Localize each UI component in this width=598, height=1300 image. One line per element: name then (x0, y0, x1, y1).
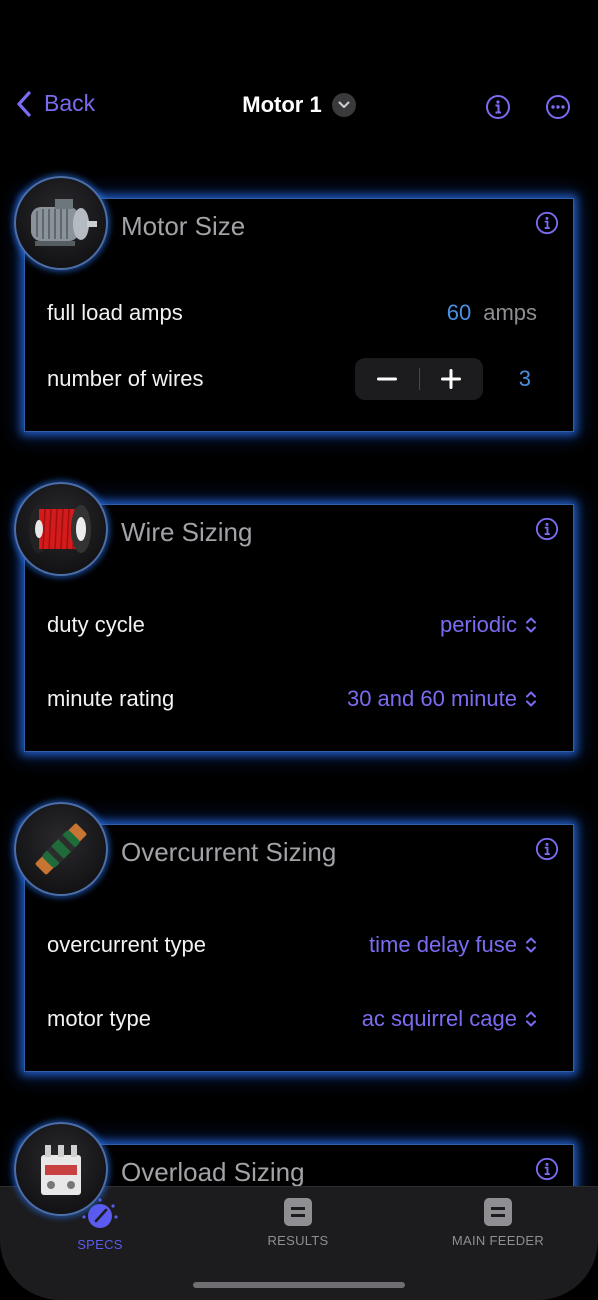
chevron-up-down-icon (526, 617, 536, 633)
duty-cycle-row[interactable]: duty cycle periodic (47, 605, 551, 645)
duty-cycle-picker[interactable]: periodic (440, 612, 537, 638)
navigation-bar: Back Motor 1 (0, 82, 598, 132)
field-label: motor type (47, 1006, 151, 1031)
chevron-up-down-icon (526, 1011, 536, 1027)
chevron-up-down-icon (526, 937, 536, 953)
overload-relay-image (14, 1122, 108, 1216)
tab-label: RESULTS (267, 1233, 329, 1248)
info-icon[interactable] (485, 94, 511, 120)
wire-spool-image (14, 482, 108, 576)
number-of-wires-row: number of wires 3 (47, 358, 551, 400)
minute-rating-row[interactable]: minute rating 30 and 60 minute (47, 679, 551, 719)
info-icon[interactable] (535, 837, 559, 861)
picker-value: ac squirrel cage (361, 1006, 517, 1031)
field-label: full load amps (47, 300, 183, 325)
equals-icon (284, 1198, 312, 1226)
info-icon[interactable] (535, 211, 559, 235)
page-title: Motor 1 (242, 92, 322, 117)
motor-image (14, 176, 108, 270)
card-title: Motor Size (121, 211, 246, 241)
wire-sizing-card: Wire Sizing duty cycle periodic minute r… (24, 504, 574, 752)
app-screen: Back Motor 1 Motor Size full load amps 6… (0, 0, 598, 1300)
unit-label: amps (483, 300, 537, 325)
more-options-icon[interactable] (545, 94, 571, 120)
field-label: number of wires (47, 366, 204, 391)
full-load-amps-row[interactable]: full load amps 60 amps (47, 293, 551, 333)
motor-type-picker[interactable]: ac squirrel cage (362, 1006, 537, 1032)
card-title: Wire Sizing (121, 517, 253, 547)
increment-button[interactable] (420, 358, 484, 400)
field-label: overcurrent type (47, 932, 206, 957)
tab-label: SPECS (77, 1237, 123, 1252)
plus-icon (441, 369, 462, 389)
card-title: Overcurrent Sizing (121, 837, 337, 867)
field-label: minute rating (47, 686, 175, 711)
overcurrent-sizing-card: Overcurrent Sizing overcurrent type time… (24, 824, 574, 1072)
info-icon[interactable] (535, 517, 559, 541)
wires-stepper[interactable] (355, 358, 483, 400)
overcurrent-type-row[interactable]: overcurrent type time delay fuse (47, 925, 551, 965)
overcurrent-type-picker[interactable]: time delay fuse (369, 932, 537, 958)
picker-value: 30 and 60 minute (346, 686, 517, 711)
info-icon[interactable] (535, 1157, 559, 1181)
full-load-amps-field[interactable]: 60 amps (447, 300, 537, 326)
field-label: duty cycle (47, 612, 145, 637)
minus-icon (376, 377, 397, 381)
equals-icon (484, 1198, 512, 1226)
chevron-up-down-icon (526, 691, 536, 707)
tab-main-feeder[interactable]: MAIN FEEDER (418, 1197, 578, 1248)
card-title: Overload Sizing (121, 1157, 305, 1187)
tab-results[interactable]: RESULTS (218, 1197, 378, 1248)
chevron-down-icon (331, 93, 356, 117)
picker-value: periodic (439, 612, 517, 637)
decrement-button[interactable] (355, 358, 419, 400)
fuse-image (14, 802, 108, 896)
number-of-wires-value: 3 (518, 366, 531, 391)
picker-value: time delay fuse (369, 932, 517, 957)
home-indicator[interactable] (193, 1282, 405, 1288)
full-load-amps-value[interactable]: 60 (447, 300, 471, 326)
tab-label: MAIN FEEDER (451, 1233, 545, 1248)
minute-rating-picker[interactable]: 30 and 60 minute (347, 686, 537, 712)
motor-type-row[interactable]: motor type ac squirrel cage (47, 999, 551, 1039)
